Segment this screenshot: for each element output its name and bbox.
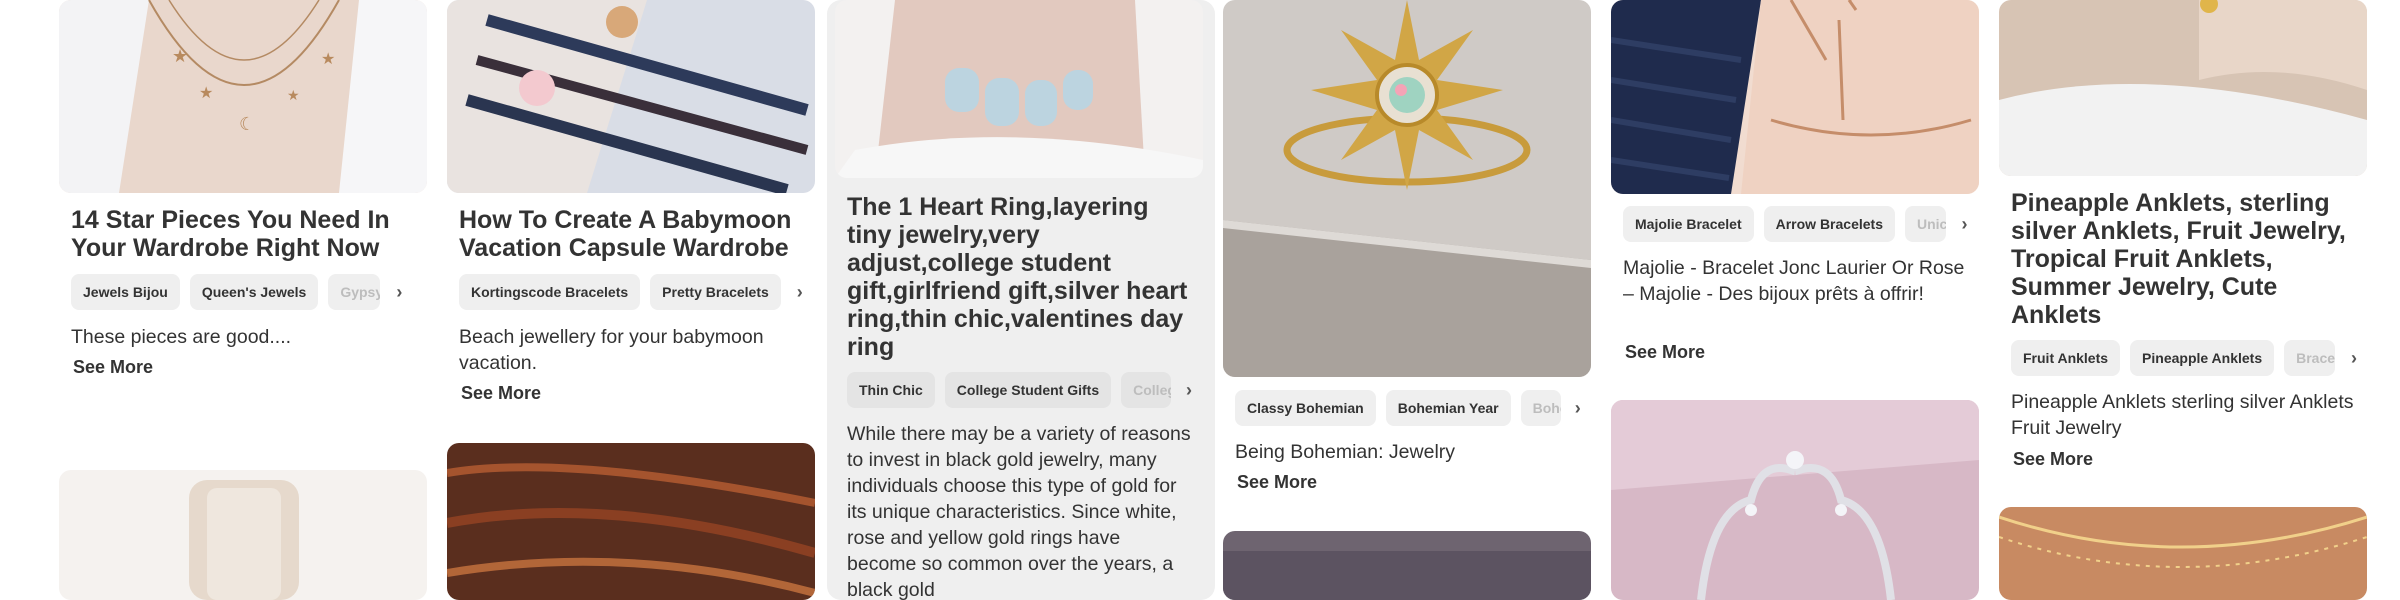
svg-text:★: ★ bbox=[321, 51, 335, 68]
tag-chip[interactable]: Bohe bbox=[1520, 390, 1561, 426]
pin-description: Majolie - Bracelet Jonc Laurier Or Rose … bbox=[1623, 257, 1965, 305]
tag-chip[interactable]: Thin Chic bbox=[847, 372, 935, 408]
tag-row: Kortingscode Bracelets Pretty Bracelets … bbox=[459, 274, 809, 310]
svg-text:★: ★ bbox=[287, 87, 300, 103]
pin-description: Being Bohemian: Jewelry bbox=[1235, 441, 1456, 463]
see-more-link[interactable]: See More bbox=[1625, 342, 1705, 363]
pin-image[interactable] bbox=[1611, 400, 1979, 600]
tag-chip[interactable]: Unic bbox=[1905, 206, 1946, 242]
tag-chip[interactable]: College Student Gifts bbox=[944, 372, 1112, 408]
pin-title[interactable]: Pineapple Anklets, sterling silver Ankle… bbox=[2011, 189, 2361, 329]
chevron-right-icon[interactable]: › bbox=[390, 274, 408, 310]
pin-description: While there may be a variety of reasons … bbox=[847, 423, 1191, 600]
tag-row: Jewels Bijou Queen's Jewels Gypsy J › bbox=[71, 274, 421, 310]
pin-image[interactable] bbox=[1223, 0, 1591, 377]
tag-chip[interactable]: Majolie Bracelet bbox=[1623, 206, 1754, 242]
tag-chip[interactable]: Pretty Bracelets bbox=[650, 274, 781, 310]
pin-title[interactable]: How To Create A Babymoon Vacation Capsul… bbox=[459, 206, 809, 262]
pin-image[interactable] bbox=[1999, 507, 2367, 600]
see-more-link[interactable]: See More bbox=[2013, 449, 2093, 470]
pin-image[interactable] bbox=[447, 443, 815, 600]
pin-image[interactable] bbox=[59, 470, 427, 600]
tag-chip[interactable]: Gypsy J bbox=[328, 274, 381, 310]
tag-chip[interactable]: Fruit Anklets bbox=[2011, 340, 2121, 376]
see-more-link[interactable]: See More bbox=[461, 383, 541, 404]
see-more-link[interactable]: See More bbox=[1237, 472, 1317, 493]
tag-chip[interactable]: Colleg bbox=[1121, 372, 1172, 408]
chevron-right-icon[interactable]: › bbox=[1181, 372, 1197, 408]
svg-text:★: ★ bbox=[172, 46, 188, 66]
tag-chip[interactable]: Classy Bohemian bbox=[1235, 390, 1376, 426]
pin-title[interactable]: 14 Star Pieces You Need In Your Wardrobe… bbox=[71, 206, 421, 262]
pin-image[interactable] bbox=[1611, 0, 1979, 194]
pin-description: Beach jewellery for your babymoon vacati… bbox=[459, 326, 764, 374]
tag-chip[interactable]: Bohemian Year bbox=[1385, 390, 1511, 426]
pin-description: Pineapple Anklets sterling silver Anklet… bbox=[2011, 391, 2354, 439]
pin-image[interactable] bbox=[447, 0, 815, 193]
see-more-link[interactable]: See More bbox=[73, 357, 153, 378]
svg-text:☾: ☾ bbox=[239, 114, 255, 134]
chevron-right-icon[interactable]: › bbox=[1571, 390, 1585, 426]
tag-chip[interactable]: Kortingscode Bracelets bbox=[459, 274, 641, 310]
chevron-right-icon[interactable]: › bbox=[2345, 340, 2363, 376]
pin-image[interactable]: ★ ★ ☾ ★ ★ bbox=[59, 0, 427, 193]
tag-row: Majolie Bracelet Arrow Bracelets Unic › bbox=[1623, 206, 1973, 242]
pin-description: These pieces are good.... bbox=[71, 326, 292, 348]
tag-chip[interactable]: Queen's Jewels bbox=[189, 274, 319, 310]
tag-row: Thin Chic College Student Gifts Colleg › bbox=[847, 372, 1197, 408]
chevron-right-icon[interactable]: › bbox=[791, 274, 809, 310]
tag-chip[interactable]: Brace bbox=[2284, 340, 2336, 376]
svg-text:★: ★ bbox=[199, 85, 213, 102]
tag-chip[interactable]: Jewels Bijou bbox=[71, 274, 180, 310]
tag-chip[interactable]: Pineapple Anklets bbox=[2130, 340, 2275, 376]
chevron-right-icon[interactable]: › bbox=[1956, 206, 1973, 242]
pin-image[interactable] bbox=[1999, 0, 2367, 176]
tag-chip[interactable]: Arrow Bracelets bbox=[1763, 206, 1895, 242]
tag-row: Fruit Anklets Pineapple Anklets Brace › bbox=[2011, 340, 2371, 376]
pin-image[interactable] bbox=[1223, 531, 1591, 600]
tag-row: Classy Bohemian Bohemian Year Bohe › bbox=[1235, 390, 1585, 426]
pin-title[interactable]: The 1 Heart Ring,layering tiny jewelry,v… bbox=[847, 193, 1197, 361]
pin-image[interactable] bbox=[835, 0, 1203, 178]
